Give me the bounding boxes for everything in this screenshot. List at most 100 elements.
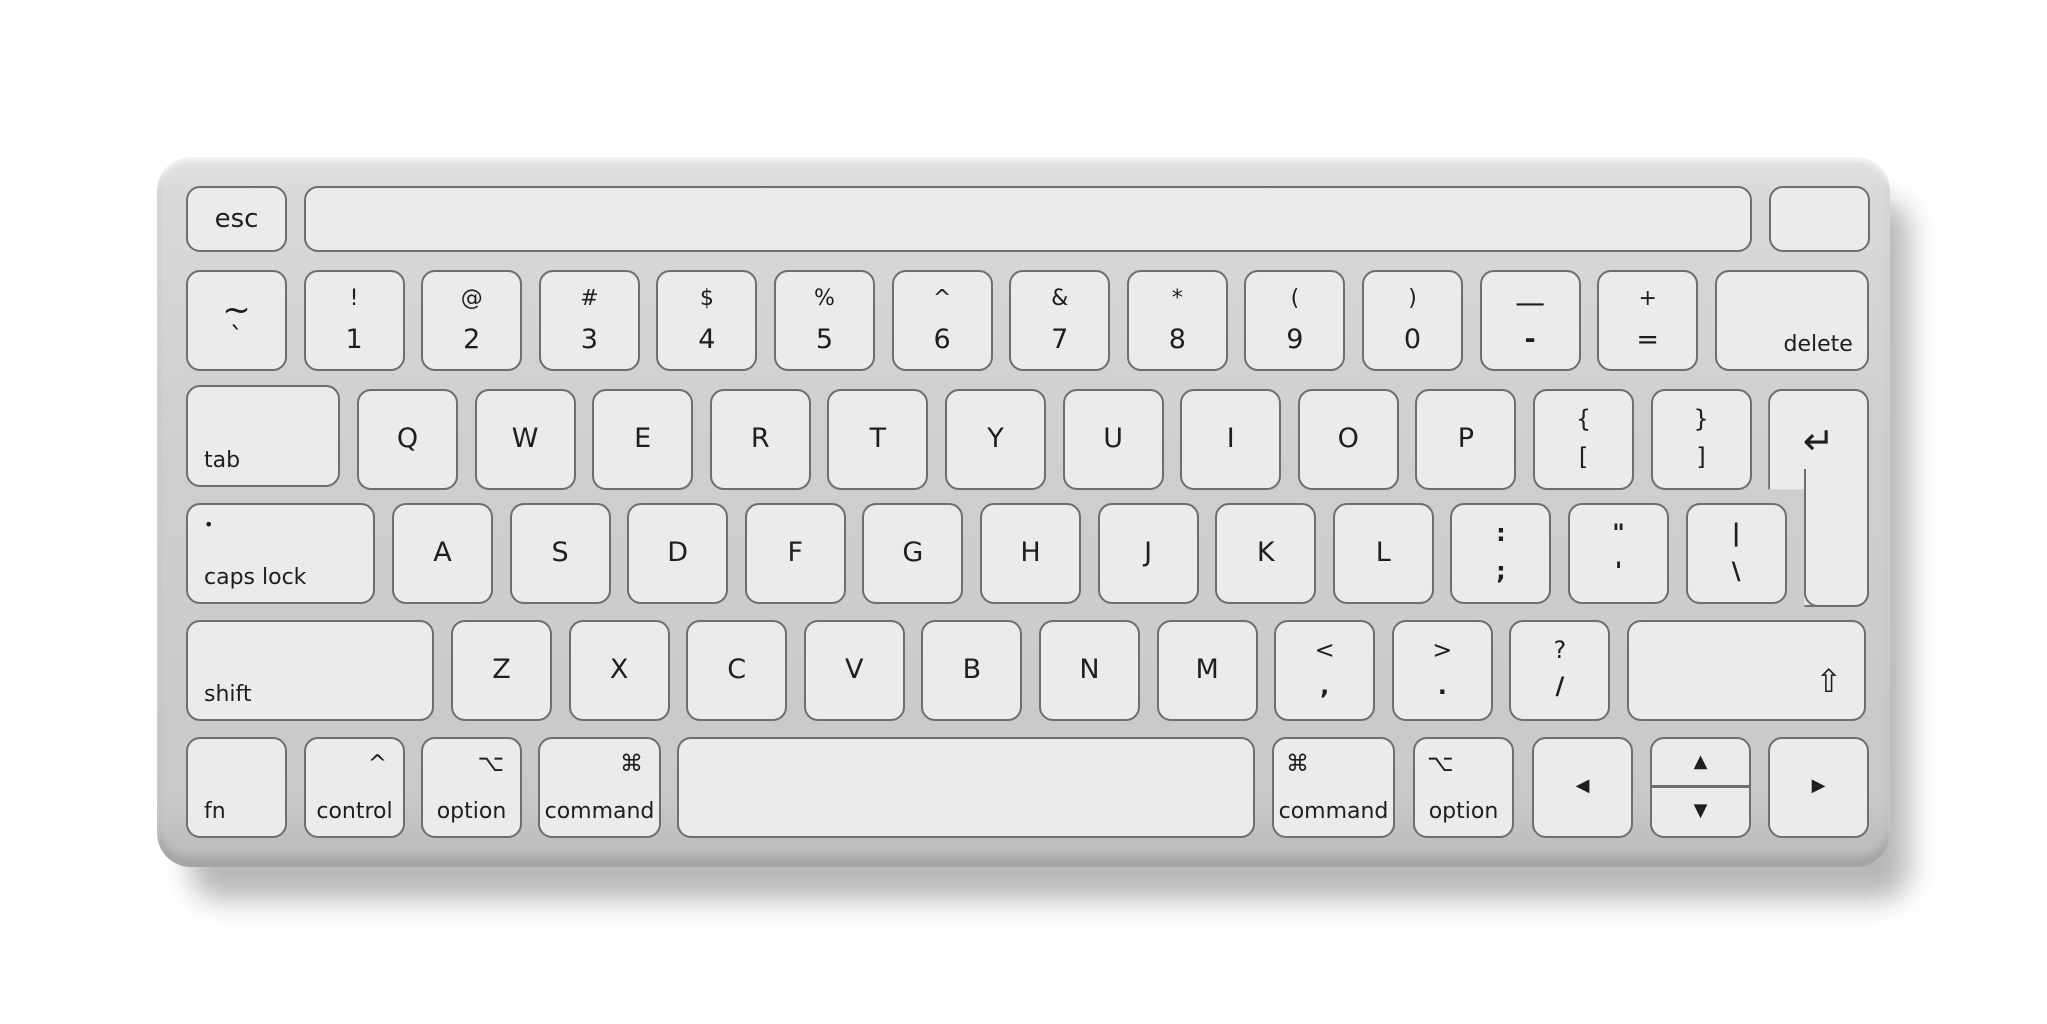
key-bottom-symbol: , [1320, 672, 1330, 700]
key-3[interactable]: #3 [538, 270, 640, 371]
option-left-key[interactable]: ⌥ option [421, 737, 522, 838]
key-t[interactable]: T [827, 389, 929, 490]
return-key-lower[interactable] [1804, 469, 1870, 607]
key-period[interactable]: >. [1391, 620, 1493, 721]
key-semicolon[interactable]: :; [1450, 503, 1552, 604]
delete-key[interactable]: delete [1714, 270, 1869, 371]
space-bar[interactable] [677, 737, 1255, 838]
key-e[interactable]: E [592, 389, 694, 490]
key-top-symbol: $ [699, 286, 714, 311]
key-l[interactable]: L [1332, 503, 1434, 604]
key-o[interactable]: O [1297, 389, 1399, 490]
key-letter: R [750, 423, 770, 454]
arrow-right-icon: ▶ [1811, 775, 1826, 796]
key-f[interactable]: F [744, 503, 846, 604]
key-letter: Q [396, 423, 419, 454]
key-b[interactable]: B [921, 620, 1023, 721]
key-top-symbol: > [1432, 636, 1453, 664]
tab-key[interactable]: tab [186, 385, 340, 487]
esc-key[interactable]: esc [186, 186, 287, 252]
key-bottom-symbol: ] [1696, 443, 1706, 471]
command-left-key[interactable]: ⌘ command [538, 737, 661, 838]
key-letter: G [902, 537, 924, 568]
key-9[interactable]: (9 [1244, 270, 1346, 371]
fn-key[interactable]: fn [186, 737, 287, 838]
key-2[interactable]: @2 [421, 270, 523, 371]
key-c[interactable]: C [686, 620, 788, 721]
arrow-down-icon: ▼ [1693, 800, 1708, 821]
shift-right-key[interactable]: ⇧ [1627, 620, 1866, 721]
arrow-left-key[interactable]: ◀ [1532, 737, 1633, 838]
key-a[interactable]: A [392, 503, 493, 604]
key-r[interactable]: R [709, 389, 811, 490]
caps-lock-label: caps lock [204, 565, 307, 590]
key-letter: Y [987, 423, 1004, 454]
key-right-bracket[interactable]: }] [1650, 389, 1752, 490]
key-d[interactable]: D [627, 503, 729, 604]
fn-label: fn [204, 799, 226, 824]
option-right-icon: ⌥ [1427, 751, 1454, 777]
control-key[interactable]: ^ control [304, 737, 405, 838]
command-right-key[interactable]: ⌘ command [1272, 737, 1395, 838]
key-8[interactable]: * 8 [1126, 270, 1228, 371]
key-bottom-symbol: 6 [933, 324, 951, 355]
touch-strip[interactable] [304, 186, 1752, 252]
key-top-symbol: | [1731, 519, 1741, 547]
key-6[interactable]: ^ 6 [891, 270, 993, 371]
key-z[interactable]: Z [451, 620, 552, 721]
key-1[interactable]: ! 1 [303, 270, 405, 371]
key-n[interactable]: N [1039, 620, 1140, 721]
key-top-symbol: " [1612, 519, 1625, 547]
key-q[interactable]: Q [357, 389, 458, 490]
key-letter: F [787, 537, 804, 568]
key-tilde[interactable]: ~ ` [186, 270, 287, 371]
key-s[interactable]: S [509, 503, 611, 604]
key-letter: T [869, 423, 887, 454]
key-letter: N [1079, 654, 1100, 685]
key-y[interactable]: Y [945, 389, 1046, 490]
option-left-label: option [436, 799, 507, 824]
key-5[interactable]: % 5 [774, 270, 875, 371]
option-right-key[interactable]: ⌥ option [1413, 737, 1514, 838]
key-0[interactable]: ) 0 [1362, 270, 1463, 371]
key-letter: C [727, 654, 747, 685]
key-p[interactable]: P [1415, 389, 1517, 490]
key-top-symbol: * [1171, 286, 1183, 311]
shift-left-key[interactable]: shift [186, 620, 434, 721]
key-slash[interactable]: ? / [1509, 620, 1611, 721]
key-equals[interactable]: + = [1597, 270, 1699, 371]
key-letter: V [845, 654, 864, 685]
arrow-up-icon: ▲ [1693, 751, 1708, 772]
key-letter: I [1226, 423, 1235, 454]
key-h[interactable]: H [980, 503, 1081, 604]
key-minus[interactable]: — - [1479, 270, 1581, 371]
key-bottom-symbol: ' [1614, 557, 1623, 585]
key-j[interactable]: J [1097, 503, 1199, 604]
key-letter: D [667, 537, 689, 568]
key-x[interactable]: X [568, 620, 670, 721]
key-k[interactable]: K [1215, 503, 1317, 604]
key-u[interactable]: U [1062, 389, 1164, 490]
caps-lock-key[interactable]: • caps lock [186, 503, 375, 604]
delete-label: delete [1783, 332, 1853, 357]
key-g[interactable]: G [862, 503, 964, 604]
arrow-down-key[interactable]: ▼ [1650, 786, 1751, 838]
esc-label: esc [214, 204, 259, 234]
key-w[interactable]: W [474, 389, 576, 490]
key-m[interactable]: M [1156, 620, 1258, 721]
shift-left-label: shift [204, 682, 252, 707]
key-letter: U [1103, 423, 1123, 454]
arrow-right-key[interactable]: ▶ [1768, 737, 1869, 838]
key-4[interactable]: $4 [656, 270, 758, 371]
arrow-up-key[interactable]: ▲ [1650, 737, 1751, 787]
key-backslash[interactable]: | \ [1685, 503, 1787, 604]
key-i[interactable]: I [1180, 389, 1282, 490]
key-letter: Z [492, 654, 511, 685]
key-left-bracket[interactable]: {[ [1533, 389, 1634, 490]
power-key[interactable] [1769, 186, 1870, 252]
key-v[interactable]: V [803, 620, 905, 721]
key-comma[interactable]: <, [1274, 620, 1376, 721]
key-bottom-symbol: = [1636, 324, 1659, 355]
key-quote[interactable]: " ' [1568, 503, 1669, 604]
key-7[interactable]: & 7 [1009, 270, 1111, 371]
